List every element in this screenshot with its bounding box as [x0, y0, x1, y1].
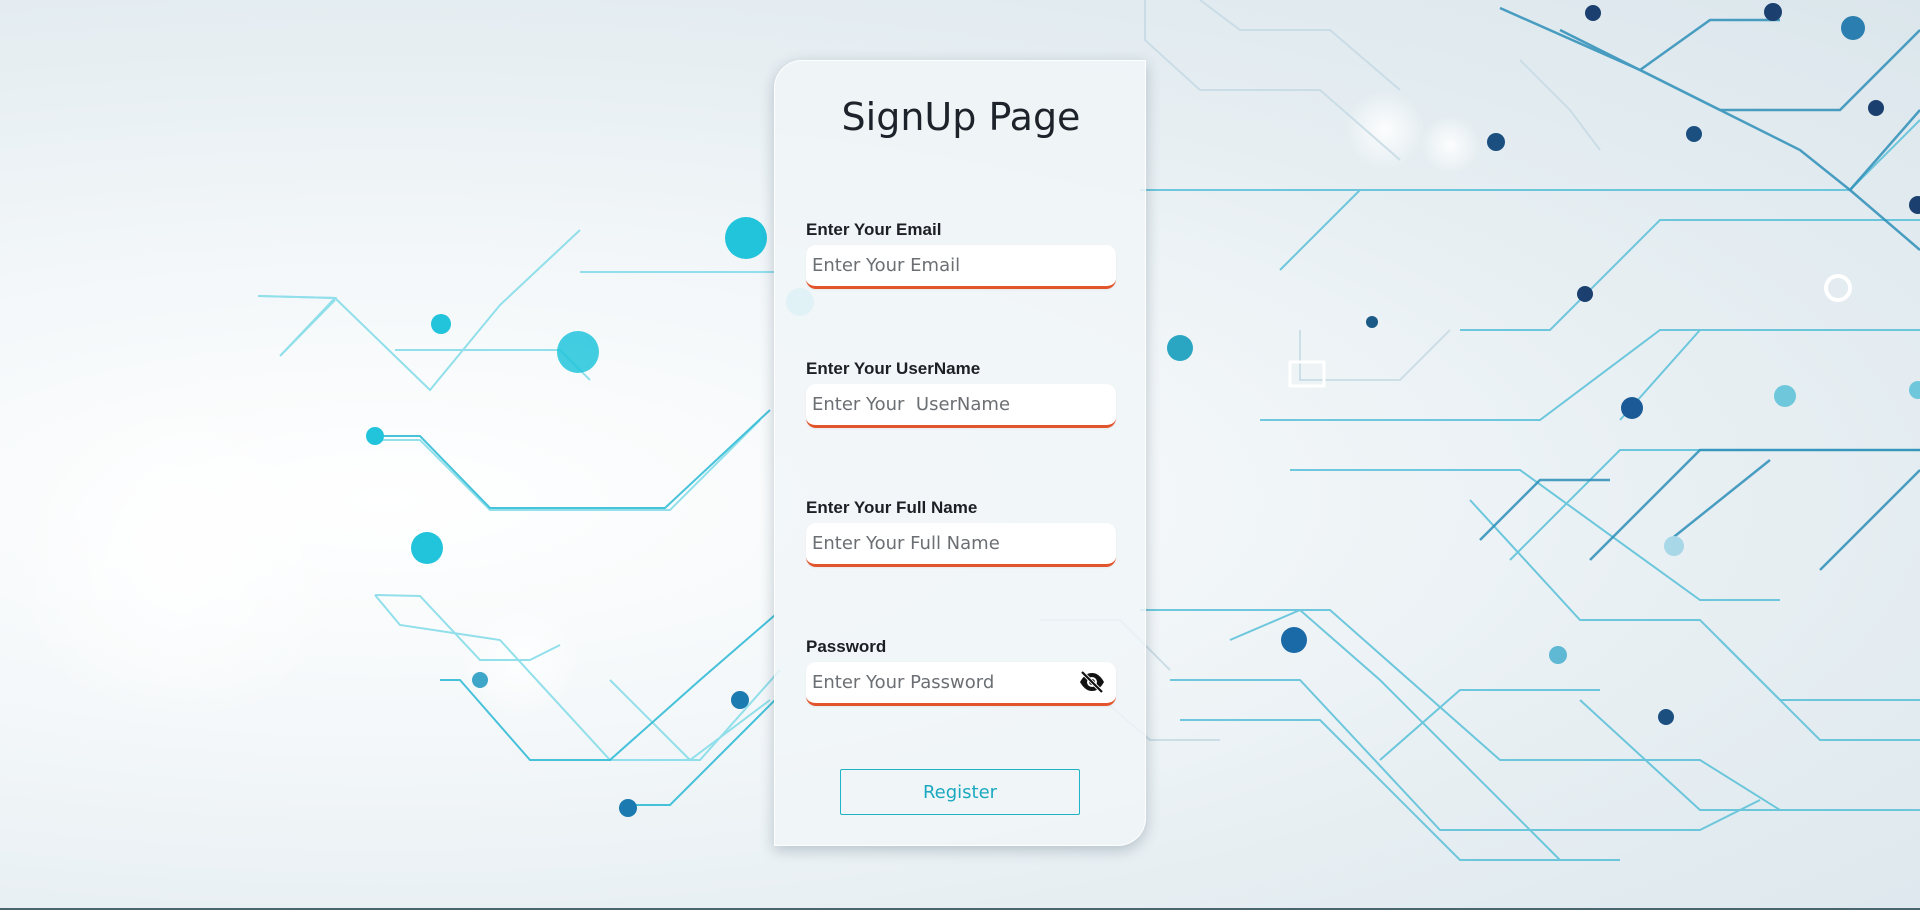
username-field-box	[806, 384, 1116, 428]
username-label: Enter Your UserName	[806, 359, 981, 378]
fullname-input[interactable]	[806, 523, 1116, 564]
email-label: Enter Your Email	[806, 220, 942, 239]
eye-off-icon[interactable]	[1078, 670, 1106, 694]
fullname-label: Enter Your Full Name	[806, 498, 978, 517]
page-title: SignUp Page	[841, 95, 1081, 139]
register-button[interactable]: Register	[840, 769, 1080, 815]
signup-card: SignUp Page Enter Your Email Enter Your …	[774, 60, 1146, 846]
fullname-field-box	[806, 523, 1116, 567]
signup-page: SignUp Page Enter Your Email Enter Your …	[0, 0, 1920, 910]
email-field-box	[806, 245, 1116, 289]
password-field-box	[806, 662, 1116, 706]
password-input[interactable]	[806, 662, 1066, 703]
email-input[interactable]	[806, 245, 1116, 286]
username-input[interactable]	[806, 384, 1116, 425]
password-label: Password	[806, 637, 887, 656]
